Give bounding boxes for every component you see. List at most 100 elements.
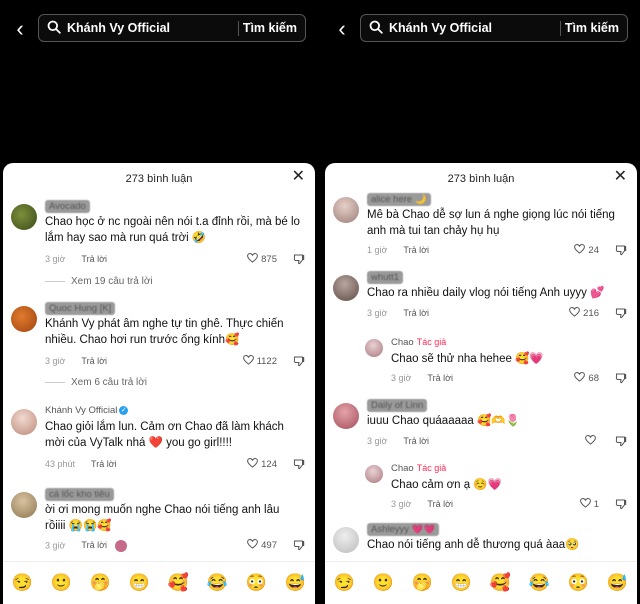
verified-icon: ✓ [119, 405, 129, 415]
emoji-button[interactable]: 😁 [451, 573, 472, 593]
avatar[interactable] [11, 306, 37, 332]
avatar[interactable] [365, 465, 383, 483]
search-input[interactable]: Khánh Vy Official Tìm kiếm [38, 14, 306, 42]
emoji-button[interactable]: 🙂 [51, 573, 72, 593]
comment-text: ời ơi mong muốn nghe Chao nói tiếng anh … [45, 504, 280, 532]
view-replies[interactable]: Xem 6 câu trả lời [45, 377, 147, 388]
comments-sheet: 273 bình luận ✕ alice here 🌙 Mê bà Chao … [325, 163, 637, 604]
comment-author[interactable]: Chao Tác giả [391, 463, 446, 474]
comment-meta: 1 giờ Trả lời [367, 245, 429, 255]
dislike-icon[interactable] [615, 435, 627, 447]
dislike-icon[interactable] [615, 372, 627, 384]
emoji-bar: 😏 🙂 🤭 😁 🥰 😂 😳 😅 [325, 561, 637, 604]
reply-button[interactable]: Trả lời [427, 373, 453, 383]
comments-sheet: 273 bình luận ✕ Avocado Chao học ở nc ng… [3, 163, 315, 604]
search-button[interactable]: Tìm kiếm [243, 21, 297, 35]
emoji-button[interactable]: 🤭 [90, 573, 111, 593]
emoji-button[interactable]: 🥰 [490, 573, 511, 593]
dislike-icon[interactable] [293, 458, 305, 470]
emoji-button[interactable]: 😏 [334, 573, 355, 593]
like-button[interactable]: 124 [247, 458, 277, 470]
back-icon[interactable]: ‹ [330, 16, 354, 42]
emoji-button[interactable]: 😂 [529, 573, 550, 593]
reply-button[interactable]: Trả lời [427, 499, 453, 509]
comment-author[interactable]: Avocado [45, 200, 90, 213]
comment: Avocado Chao học ở nc ngoài nên nói t.a … [11, 200, 309, 290]
avatar[interactable] [333, 527, 359, 553]
search-divider [238, 21, 239, 36]
comment-author[interactable]: alice here 🌙 [367, 193, 431, 206]
comment-meta: 43 phút Trả lời [45, 459, 117, 469]
avatar[interactable] [11, 204, 37, 230]
reply-button[interactable]: Trả lời [403, 245, 429, 255]
comment-author[interactable]: Ashleyyy 💗💗 [367, 523, 440, 536]
dislike-icon[interactable] [615, 307, 627, 319]
like-count: 1122 [256, 356, 277, 367]
like-button[interactable]: 875 [247, 253, 277, 265]
comment-author[interactable]: Daily of Linn [367, 399, 428, 412]
comment-time: 3 giờ [391, 373, 412, 383]
emoji-button[interactable]: 😅 [607, 573, 628, 593]
avatar[interactable] [11, 492, 37, 518]
emoji-button[interactable]: 🥰 [168, 573, 189, 593]
like-button[interactable]: 216 [569, 307, 599, 319]
comment-author[interactable]: Khánh Vy Official ✓ [45, 405, 129, 416]
avatar[interactable] [333, 403, 359, 429]
comment-time: 3 giờ [391, 499, 412, 509]
comment-meta: 3 giờ Trả lời [391, 499, 453, 509]
emoji-button[interactable]: 😳 [246, 573, 267, 593]
search-input[interactable]: Khánh Vy Official Tìm kiếm [360, 14, 628, 42]
comment: whutt1 Chao ra nhiều daily vlog nói tiến… [333, 271, 631, 331]
heart-icon [247, 253, 258, 263]
comment-author[interactable]: whutt1 [367, 271, 403, 284]
back-icon[interactable]: ‹ [8, 16, 32, 42]
dislike-icon[interactable] [293, 253, 305, 265]
reply-button[interactable]: Trả lời [81, 356, 107, 366]
like-button[interactable]: 1 [580, 498, 599, 510]
close-icon[interactable]: ✕ [614, 169, 627, 185]
comment-author[interactable]: cá lốc kho tiêu [45, 488, 114, 501]
reply-button[interactable]: Trả lời [403, 436, 429, 446]
reply-button[interactable]: Trả lời [81, 540, 107, 550]
emoji-button[interactable]: 😏 [12, 573, 33, 593]
reply-button[interactable]: Trả lời [403, 308, 429, 318]
reply-button[interactable]: Trả lời [81, 254, 107, 264]
like-count: 875 [261, 254, 277, 265]
like-button[interactable]: 497 [247, 539, 277, 551]
avatar[interactable] [11, 409, 37, 435]
dislike-icon[interactable] [293, 539, 305, 551]
emoji-button[interactable]: 😁 [129, 573, 150, 593]
search-bar-row: ‹ Khánh Vy Official Tìm kiếm [0, 14, 318, 44]
search-divider [560, 21, 561, 36]
like-button[interactable]: 1122 [243, 355, 277, 367]
search-button[interactable]: Tìm kiếm [565, 21, 619, 35]
dislike-icon[interactable] [615, 498, 627, 510]
like-button[interactable] [585, 435, 599, 447]
comment-text: Chao sẽ thử nha hehee 🥰💗 [391, 353, 544, 365]
comment-author[interactable]: Quoc Hung [K] [45, 302, 116, 315]
comment-text: Chao học ở nc ngoài nên nói t.a đỉnh rồi… [45, 216, 300, 244]
comment-time: 3 giờ [45, 356, 66, 366]
close-icon[interactable]: ✕ [292, 169, 305, 185]
search-query: Khánh Vy Official [389, 21, 493, 35]
reply-button[interactable]: Trả lời [91, 459, 117, 469]
left-panel: ‹ Khánh Vy Official Tìm kiếm 273 bình lu… [0, 0, 318, 604]
view-replies[interactable]: Xem 19 câu trả lời [45, 276, 153, 287]
emoji-button[interactable]: 😅 [285, 573, 306, 593]
emoji-button[interactable]: 🤭 [412, 573, 433, 593]
dislike-icon[interactable] [293, 355, 305, 367]
dislike-icon[interactable] [615, 244, 627, 256]
avatar[interactable] [365, 339, 383, 357]
emoji-button[interactable]: 😂 [207, 573, 228, 593]
like-button[interactable]: 68 [574, 372, 599, 384]
like-count: 68 [588, 373, 599, 384]
avatar[interactable] [333, 275, 359, 301]
sheet-header: 273 bình luận ✕ [3, 163, 315, 193]
comment-text: Chao nói tiếng anh dễ thương quá àaa🥺 [367, 539, 580, 551]
avatar[interactable] [333, 197, 359, 223]
emoji-button[interactable]: 🙂 [373, 573, 394, 593]
like-button[interactable]: 24 [574, 244, 599, 256]
emoji-button[interactable]: 😳 [568, 573, 589, 593]
comment-meta: 3 giờ Trả lời [391, 373, 453, 383]
comment-author[interactable]: Chao Tác giả [391, 337, 446, 348]
